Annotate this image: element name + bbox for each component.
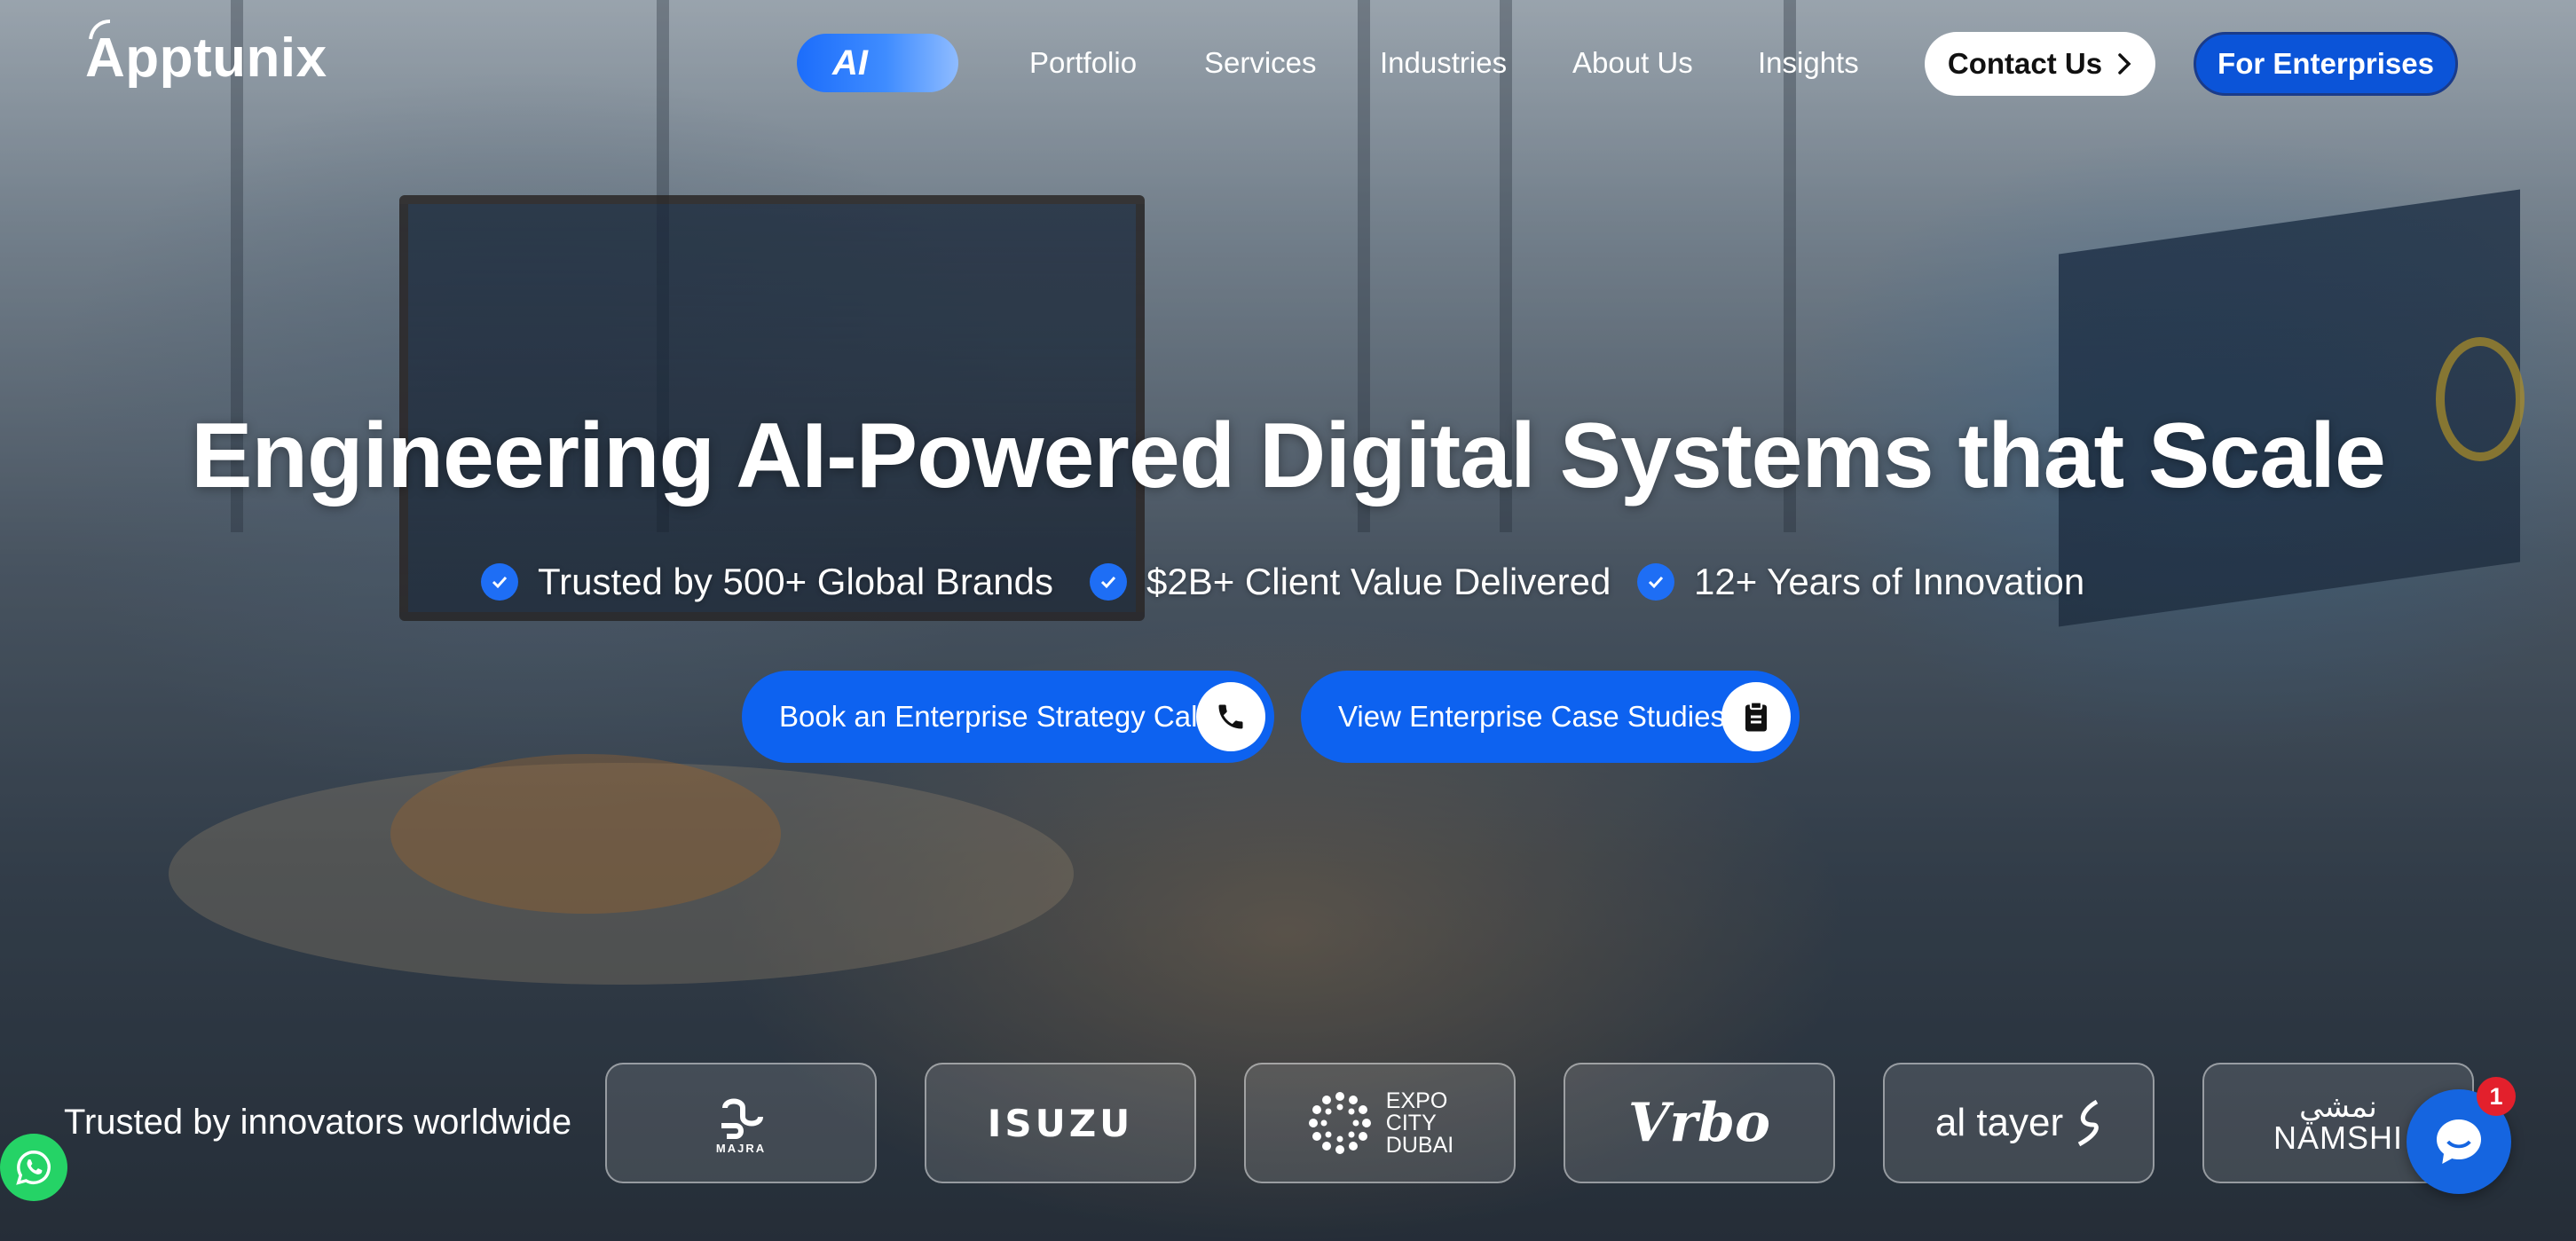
expo-ring-icon (1308, 1092, 1371, 1154)
trusted-label: Trusted by innovators worldwide (64, 1103, 572, 1142)
nav-ai-button[interactable]: AI (797, 34, 958, 92)
expo-line-1: EXPO (1385, 1088, 1448, 1113)
book-strategy-call-label: Book an Enterprise Strategy Call (779, 700, 1204, 733)
isuzu-logo: ISUZU (925, 1063, 1196, 1183)
hero-background (0, 0, 2576, 1241)
chat-bubble-icon (2437, 1119, 2481, 1164)
contact-us-label: Contact Us (1947, 47, 2103, 80)
main-navigation: AI Portfolio Services Industries About U… (0, 32, 2576, 96)
for-enterprises-label: For Enterprises (2218, 47, 2434, 80)
check-circle-icon (481, 563, 518, 601)
majra-logo: MAJRA (605, 1063, 877, 1183)
chevron-right-icon (2118, 53, 2131, 75)
nav-link-industries[interactable]: Industries (1380, 46, 1507, 80)
hero-stats: Trusted by 500+ Global Brands $2B+ Clien… (0, 561, 2576, 614)
al-tayer-logo: al tayer (1883, 1063, 2155, 1183)
vrbo-logo: Vrbo (1564, 1063, 1835, 1183)
majra-wordmark: MAJRA (715, 1141, 767, 1155)
nav-link-portfolio[interactable]: Portfolio (1029, 46, 1137, 80)
book-strategy-call-button[interactable]: Book an Enterprise Strategy Call (742, 671, 1274, 763)
al-tayer-mark-icon (2077, 1099, 2099, 1147)
nav-link-about-us[interactable]: About Us (1572, 46, 1693, 80)
whatsapp-button[interactable] (0, 1134, 67, 1201)
for-enterprises-button[interactable]: For Enterprises (2194, 32, 2458, 96)
stat-item: 12+ Years of Innovation (1637, 561, 2084, 603)
chat-notification-badge: 1 (2477, 1077, 2516, 1116)
stat-item: $2B+ Client Value Delivered (1090, 561, 1611, 603)
clipboard-icon (1721, 682, 1791, 751)
expo-city-dubai-logo: EXPO CITY DUBAI (1244, 1063, 1516, 1183)
contact-us-button[interactable]: Contact Us (1925, 32, 2155, 96)
phone-icon (1196, 682, 1265, 751)
hero-title: Engineering AI-Powered Digital Systems t… (191, 405, 2386, 507)
stat-brands: Trusted by 500+ Global Brands (538, 561, 1053, 602)
view-case-studies-button[interactable]: View Enterprise Case Studies (1301, 671, 1800, 763)
vrbo-wordmark: Vrbo (1627, 1092, 1771, 1154)
nav-link-services[interactable]: Services (1204, 46, 1317, 80)
expo-line-2: CITY (1385, 1110, 1437, 1135)
stat-item: Trusted by 500+ Global Brands (481, 561, 1053, 603)
check-circle-icon (1090, 563, 1127, 601)
check-circle-icon (1637, 563, 1674, 601)
nav-link-insights[interactable]: Insights (1758, 46, 1859, 80)
view-case-studies-label: View Enterprise Case Studies (1338, 700, 1725, 733)
majra-mark-icon (721, 1098, 763, 1139)
isuzu-wordmark: ISUZU (987, 1101, 1134, 1145)
namshi-wordmark: NAMSHI (2273, 1119, 2403, 1156)
stat-client-value: $2B+ Client Value Delivered (1146, 561, 1611, 602)
namshi-arabic: نمشي (2299, 1089, 2377, 1125)
nav-ai-label: AI (832, 43, 868, 82)
expo-line-3: DUBAI (1385, 1132, 1454, 1158)
stat-years: 12+ Years of Innovation (1694, 561, 2085, 602)
whatsapp-icon (16, 1151, 51, 1185)
al-tayer-wordmark: al tayer (1934, 1101, 2064, 1144)
